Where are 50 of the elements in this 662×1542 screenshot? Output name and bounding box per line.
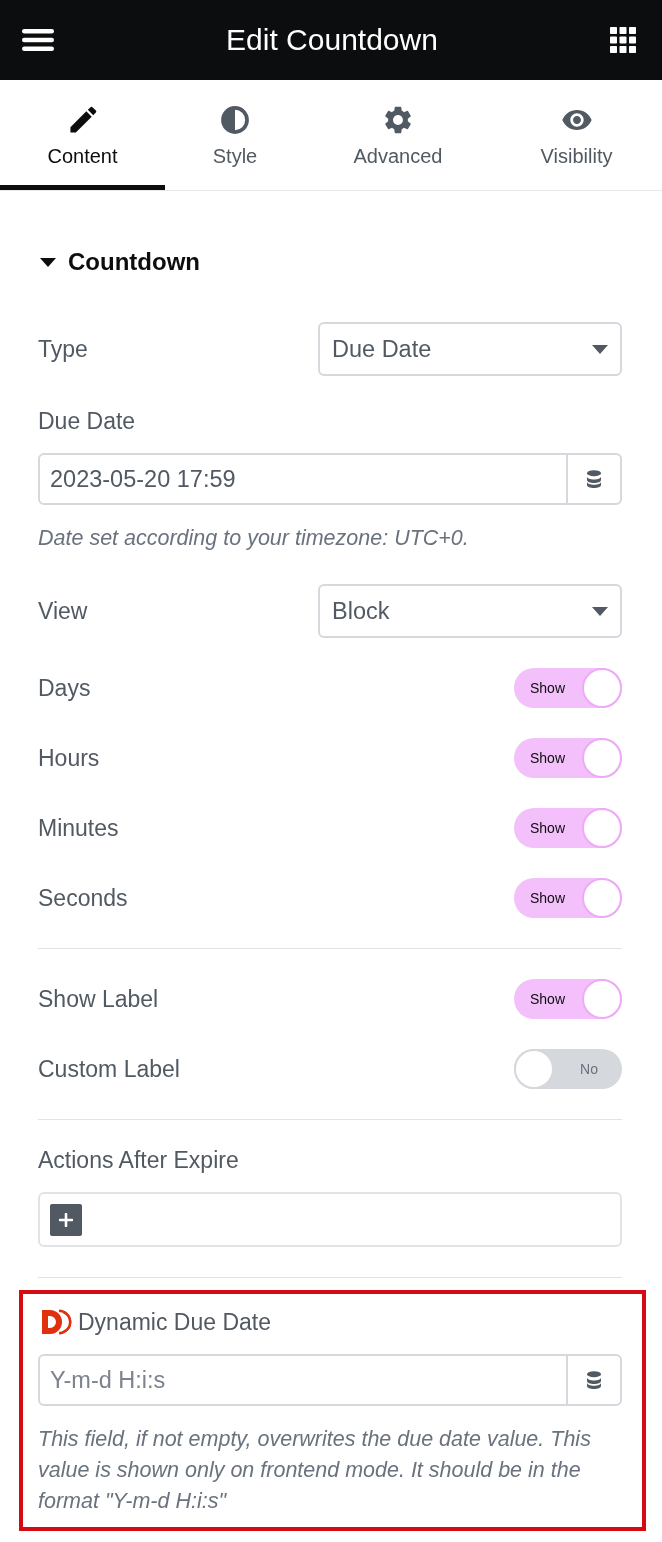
control-label: Hours	[38, 744, 100, 773]
tab[interactable]: Advanced	[305, 80, 491, 190]
dynamic-tags-button[interactable]	[567, 1354, 622, 1406]
help-text: This field, if not empty, overwrites the due date value. This value is shown only on frontend mode. It should be in the format "Y-m-d H:i:s"	[38, 1426, 592, 1515]
toggle-switch[interactable]: No	[514, 1049, 622, 1089]
caret-icon	[592, 606, 608, 616]
control-label: Days	[38, 674, 91, 703]
pencil-icon	[68, 106, 97, 134]
add-button[interactable]	[50, 1203, 82, 1236]
control-label: Seconds	[38, 884, 128, 913]
control-label: View	[38, 597, 88, 626]
half-filled-circle-icon	[221, 106, 249, 134]
toggle-knob	[582, 738, 622, 778]
eye-icon	[561, 110, 592, 130]
toggle-switch[interactable]: Show	[514, 878, 622, 918]
panel-title: Edit Countdown	[226, 22, 438, 58]
menu-icon[interactable]	[22, 29, 54, 51]
help-text: Date set according to your timezone: UTC+0.	[38, 525, 470, 552]
section-toggle[interactable]: Countdown	[38, 247, 200, 277]
text-input[interactable]: Y-m-d H:i:s	[38, 1354, 567, 1406]
control-label: Custom Label	[38, 1055, 180, 1084]
caret-icon	[592, 344, 608, 354]
control-label: Minutes	[38, 814, 119, 843]
control-label: Actions After Expire	[38, 1146, 240, 1175]
tab[interactable]: Visibility	[491, 80, 662, 190]
grid-icon[interactable]	[610, 27, 636, 53]
toggle-knob	[514, 1049, 554, 1089]
toggle-switch[interactable]: Show	[514, 738, 622, 778]
control-label: Type	[38, 335, 88, 364]
database-icon	[586, 470, 602, 488]
toggle-switch[interactable]: Show	[514, 668, 622, 708]
dropdown[interactable]: Due Date	[318, 322, 622, 376]
toggle-knob	[582, 878, 622, 918]
control-label: Due Date	[38, 407, 136, 436]
control-label: Dynamic Due Date	[78, 1308, 272, 1337]
toggle-switch[interactable]: Show	[514, 979, 622, 1019]
caret-icon	[40, 257, 56, 267]
tab[interactable]: Style	[165, 80, 305, 190]
text-input[interactable]: 2023-05-20 17:59	[38, 453, 567, 505]
dynamic-tags-button[interactable]	[567, 453, 622, 505]
toggle-knob	[582, 808, 622, 848]
gear-icon	[384, 106, 412, 134]
toggle-knob	[582, 668, 622, 708]
control-label: Show Label	[38, 985, 159, 1014]
dropdown[interactable]: Block	[318, 584, 622, 638]
toggle-knob	[582, 979, 622, 1019]
tab[interactable]: Content	[0, 80, 165, 190]
database-icon	[586, 1371, 602, 1389]
toggle-switch[interactable]: Show	[514, 808, 622, 848]
plus-icon	[59, 1212, 73, 1227]
